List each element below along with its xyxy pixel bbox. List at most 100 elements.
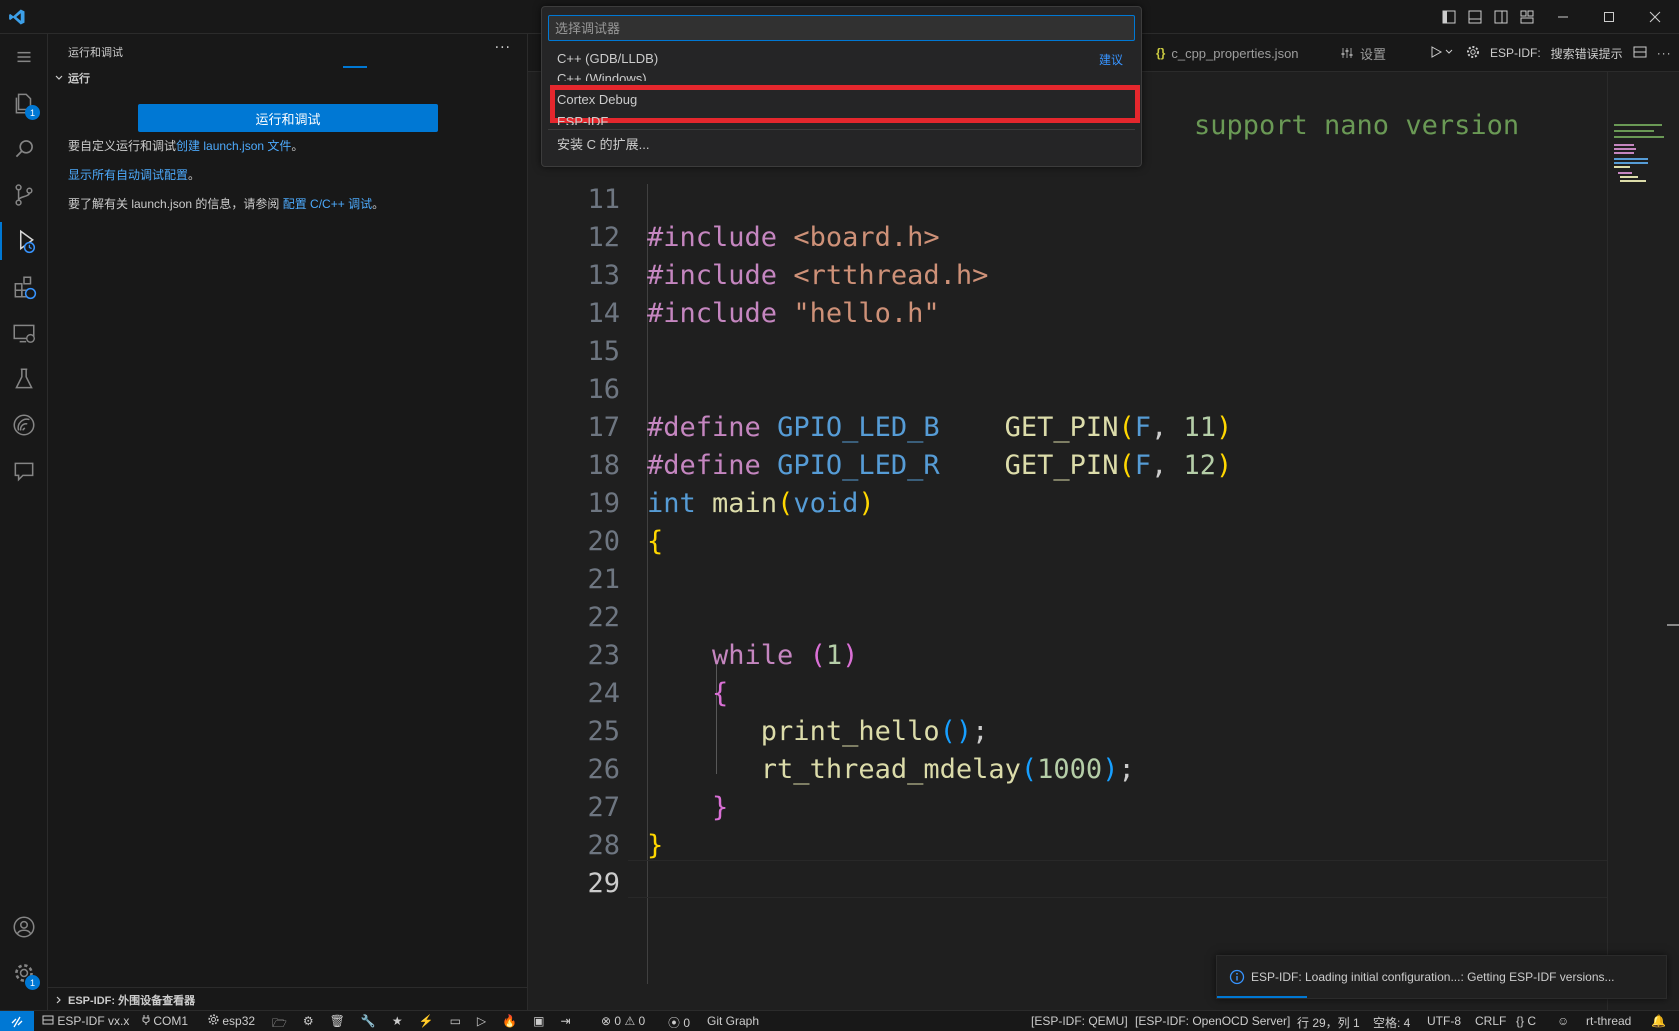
menu-icon[interactable] [0,34,48,80]
copilot-icon[interactable]: ☺ [1557,1014,1569,1028]
project-name[interactable]: rt-thread [1586,1014,1631,1028]
esp-idf-version[interactable]: ESP-IDF vx.x [42,1014,129,1028]
notifications-bell-icon[interactable]: 🔔 [1651,1014,1666,1028]
explorer-icon[interactable]: 1 [0,80,48,126]
tab-c-cpp-properties[interactable]: {} c_cpp_properties.json [1156,34,1299,72]
debugger-option-esp-idf[interactable]: ESP-IDF [557,114,608,125]
search-icon[interactable] [0,126,48,172]
minimap[interactable] [1607,72,1679,1010]
toggle-secondary-sidebar-icon[interactable] [1490,6,1512,28]
sign-in-icon[interactable]: ⇥ [560,1014,570,1031]
peripheral-viewer-section[interactable]: ESP-IDF: 外围设备查看器 [54,992,195,1008]
run-debug-sidebar: 运行和调试 ··· 运行 运行和调试 要自定义运行和调试创建 launch.js… [48,34,528,1010]
minimize-icon[interactable] [1552,6,1574,28]
flame-icon[interactable]: 🔥 [502,1014,517,1031]
star-icon[interactable]: ★ [392,1014,403,1031]
line-number: 25 [587,716,620,747]
run-and-debug-icon[interactable] [0,218,48,264]
openocd-status[interactable]: [ESP-IDF: OpenOCD Server] [1135,1014,1290,1028]
code-line: #include <board.h> [647,222,940,253]
accounts-icon[interactable] [0,904,48,950]
show-auto-debug-link[interactable]: 显示所有自动调试配置 [68,168,188,182]
debug-icon[interactable]: ▷ [477,1014,486,1031]
info-icon [1229,969,1245,985]
debugger-search-input[interactable] [548,15,1135,41]
indentation[interactable]: 空格: 4 [1373,1014,1410,1031]
minimap-line [1620,180,1646,182]
flash-icon[interactable]: ⚡ [419,1014,434,1031]
search-error-hint-button[interactable]: 搜索错误提示 [1551,45,1623,62]
debugger-option-cortex-debug[interactable]: Cortex Debug [557,92,637,107]
run-section-header[interactable]: 运行 [54,70,90,86]
line-number: 24 [587,678,620,709]
minimap-line [1614,158,1648,160]
toggle-panel-icon[interactable] [1464,6,1486,28]
tab-settings[interactable]: 设置 [1340,34,1386,72]
error-icon: ⊗ [601,1014,612,1028]
auto-debug-hint-end: 。 [188,168,201,182]
code-editor[interactable]: support nano version 11 12 13 14 15 16 1… [528,72,1608,984]
extensions-icon[interactable] [0,264,48,310]
learn-more-end: 。 [372,197,385,211]
highlight-box [550,85,1140,123]
split-editor-icon[interactable] [1633,45,1647,62]
manage-gear-icon[interactable]: 1 [0,950,48,996]
install-c-extension-option[interactable]: 安装 C 的扩展... [557,134,649,153]
code-line: #include "hello.h" [647,298,940,329]
configure-cpp-debug-link[interactable]: 配置 C/C++ 调试 [283,197,372,211]
folder-icon[interactable]: 🗁 [272,1014,287,1031]
debugger-option-cpp-gdb[interactable]: C++ (GDB/LLDB) [557,51,658,66]
notification-progress [1217,996,1307,998]
file-encoding[interactable]: UTF-8 [1427,1014,1461,1028]
gear-icon[interactable] [1466,45,1480,62]
auto-debug-hint: 显示所有自动调试配置。 [68,166,200,183]
line-number: 27 [587,792,620,823]
code-line: while (1) [712,640,859,671]
minimap-line [1614,166,1630,168]
wrench-icon[interactable]: 🔧 [361,1014,376,1031]
create-launch-json-link[interactable]: 创建 launch.json 文件 [176,139,291,153]
cursor-position[interactable]: 行 29，列 1 [1297,1014,1360,1031]
toggle-primary-sidebar-icon[interactable] [1438,6,1460,28]
close-icon[interactable] [1644,6,1666,28]
monitor-icon[interactable]: ▭ [450,1014,461,1031]
target-chip[interactable]: esp32 [208,1014,255,1028]
qemu-status[interactable]: [ESP-IDF: QEMU] [1031,1014,1128,1028]
remote-indicator[interactable] [0,1011,34,1031]
git-graph-button[interactable]: Git Graph [707,1014,759,1028]
language-label: C [1527,1014,1537,1028]
problems-indicator[interactable]: ⊗ 0 ⚠ 0 [601,1014,645,1028]
status-bar: ESP-IDF vx.x COM1 esp32 🗁 ⚙ 🗑 🔧 ★ ⚡ ▭ ▷ … [0,1010,1679,1031]
tab-label: c_cpp_properties.json [1171,45,1299,61]
source-control-icon[interactable] [0,172,48,218]
terminal-icon[interactable]: ▣ [533,1014,544,1031]
testing-icon[interactable] [0,356,48,402]
editor-area: {} c_cpp_properties.json 设置 ESP-IDF: 搜索错… [528,34,1679,1010]
trash-icon[interactable]: 🗑 [330,1014,345,1031]
language-mode[interactable]: {} C [1516,1014,1536,1028]
gear-icon[interactable]: ⚙ [303,1014,314,1031]
suggested-label: 建议 [1098,53,1123,67]
more-actions-icon[interactable]: ··· [495,40,511,56]
run-debug-dropdown-icon[interactable] [1430,45,1456,62]
line-ending[interactable]: CRLF [1475,1014,1506,1028]
line-number: 13 [587,260,620,291]
remote-explorer-icon[interactable] [0,310,48,356]
espressif-icon[interactable] [0,402,48,448]
maximize-icon[interactable] [1598,6,1620,28]
run-and-debug-button[interactable]: 运行和调试 [138,104,438,132]
serial-port[interactable]: COM1 [142,1014,188,1028]
loading-notification[interactable]: ESP-IDF: Loading initial configuration..… [1216,955,1667,999]
more-actions-icon[interactable]: ··· [1657,46,1672,60]
debugger-option-cpp-windows[interactable]: C++ (Windows) [557,71,647,81]
target-chip-label: esp32 [222,1014,256,1028]
customize-layout-icon[interactable] [1516,6,1538,28]
code-line: { [712,678,729,709]
code-line: int main(void) [647,488,875,519]
comments-icon[interactable] [0,448,48,494]
ports-indicator[interactable]: ⦿ 0 [668,1014,690,1031]
sidebar-divider [48,987,527,988]
minimap-line [1614,130,1654,132]
code-line: #define GPIO_LED_R GET_PIN(F, 12) [647,450,1233,481]
minimap-line [1614,148,1636,150]
